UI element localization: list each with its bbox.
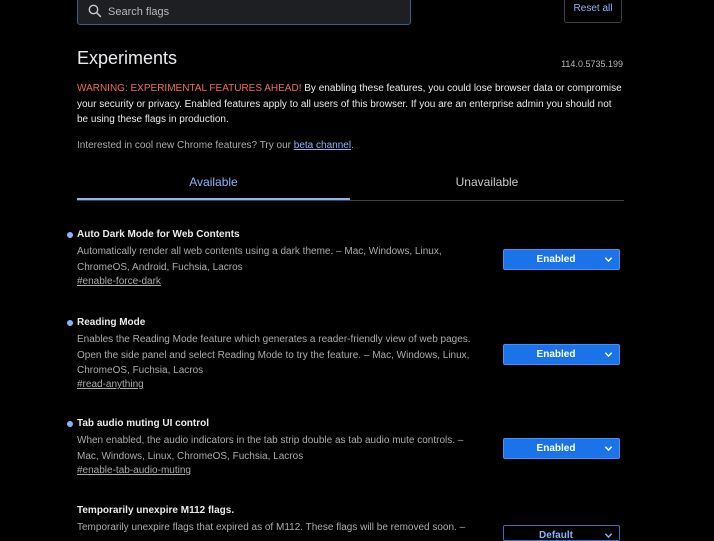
tab-available[interactable]: Available bbox=[77, 166, 350, 200]
version-label: 114.0.5735.199 bbox=[561, 59, 623, 69]
modified-dot bbox=[67, 232, 73, 238]
tab-bar: Available Unavailable bbox=[77, 166, 624, 201]
flag-link[interactable]: #read-anything bbox=[77, 379, 144, 390]
flag-description: Automatically render all web contents us… bbox=[77, 246, 442, 273]
interest-suffix: . bbox=[351, 140, 354, 151]
chevron-down-icon bbox=[604, 352, 613, 358]
search-icon bbox=[88, 4, 102, 18]
beta-channel-link[interactable]: beta channel bbox=[294, 140, 351, 151]
flag-description: Temporarily unexpire flags that expired … bbox=[77, 522, 466, 533]
flag-description: Enables the Reading Mode feature which g… bbox=[77, 334, 471, 376]
tab-unavailable[interactable]: Unavailable bbox=[350, 166, 624, 200]
flag-state-select[interactable]: Default bbox=[503, 525, 620, 541]
flag-title: Reading Mode bbox=[77, 317, 146, 328]
flag-title: Auto Dark Mode for Web Contents bbox=[77, 229, 240, 240]
reset-all-button[interactable]: Reset all bbox=[564, 0, 622, 23]
flag-state-value: Enabled bbox=[536, 349, 576, 360]
warning-label: WARNING: EXPERIMENTAL FEATURES AHEAD! bbox=[77, 83, 302, 94]
flag-state-select[interactable]: Enabled bbox=[503, 344, 620, 365]
flag-state-value: Enabled bbox=[536, 443, 576, 454]
chevron-down-icon bbox=[604, 446, 613, 452]
interest-text: Interested in cool new Chrome features? … bbox=[77, 140, 294, 151]
search-box[interactable] bbox=[77, 0, 411, 25]
flag-title: Tab audio muting UI control bbox=[77, 418, 210, 429]
flag-link[interactable]: #enable-tab-audio-muting bbox=[77, 465, 191, 476]
search-input[interactable] bbox=[106, 1, 400, 23]
flag-title: Temporarily unexpire M112 flags. bbox=[77, 505, 235, 516]
modified-dot bbox=[67, 320, 73, 326]
warning-message: WARNING: EXPERIMENTAL FEATURES AHEAD! By… bbox=[77, 81, 625, 128]
flag-description: When enabled, the audio indicators in th… bbox=[77, 435, 464, 462]
flag-link[interactable]: #enable-force-dark bbox=[77, 276, 161, 287]
chevron-down-icon bbox=[604, 257, 613, 263]
interest-message: Interested in cool new Chrome features? … bbox=[77, 140, 354, 151]
flag-state-select[interactable]: Enabled bbox=[503, 249, 620, 270]
flag-state-value: Enabled bbox=[536, 254, 576, 265]
page-title: Experiments bbox=[77, 48, 178, 68]
flag-state-select[interactable]: Enabled bbox=[503, 438, 620, 459]
modified-dot bbox=[67, 421, 73, 427]
